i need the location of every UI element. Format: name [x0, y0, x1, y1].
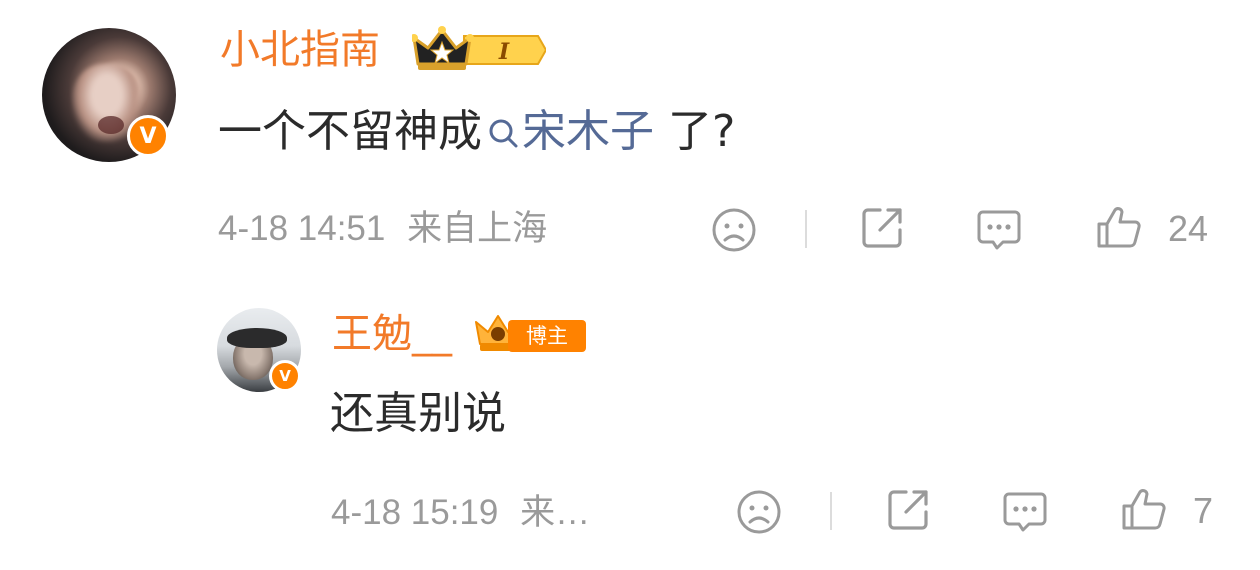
thumbs-up-icon[interactable]: [1120, 484, 1168, 532]
like-count: 24: [1168, 208, 1209, 249]
comment-icon[interactable]: [975, 206, 1023, 254]
topic-link[interactable]: 宋木子: [482, 106, 654, 157]
blogger-badge[interactable]: 博主: [474, 314, 586, 356]
verified-icon: V: [269, 360, 301, 392]
comment-icon[interactable]: [1001, 488, 1049, 536]
crown-level: I: [498, 39, 510, 65]
like-count: 7: [1193, 490, 1214, 531]
divider: [805, 210, 807, 248]
comment-text: 一个不留神成 宋木子 了?: [218, 104, 735, 160]
timestamp: 4-18 14:51: [218, 209, 386, 248]
crown-icon[interactable]: I: [412, 26, 546, 74]
search-icon: [488, 106, 518, 148]
username-xiaobei[interactable]: 小北指南: [220, 26, 380, 74]
sad-face-icon[interactable]: [735, 488, 783, 536]
topic-label: 宋木子: [522, 106, 654, 157]
reply-meta: 4-18 15:19 来…: [331, 491, 590, 535]
location: 来自上海: [407, 209, 548, 248]
reply-text: 还真别说: [330, 388, 506, 439]
thumbs-up-icon[interactable]: [1095, 202, 1143, 250]
sad-face-icon[interactable]: [710, 206, 758, 254]
comment-text-before: 一个不留神成: [218, 106, 482, 157]
badge-label: 博主: [508, 320, 586, 352]
comment-text-after: 了?: [654, 106, 736, 157]
comment-meta: 4-18 14:51 来自上海: [218, 207, 547, 251]
verified-icon: V: [127, 115, 169, 157]
username-wangmian[interactable]: 王勉__: [332, 310, 452, 358]
location: 来…: [520, 493, 591, 532]
divider: [830, 492, 832, 530]
share-icon[interactable]: [858, 204, 906, 252]
timestamp: 4-18 15:19: [331, 493, 499, 532]
share-icon[interactable]: [884, 486, 932, 534]
